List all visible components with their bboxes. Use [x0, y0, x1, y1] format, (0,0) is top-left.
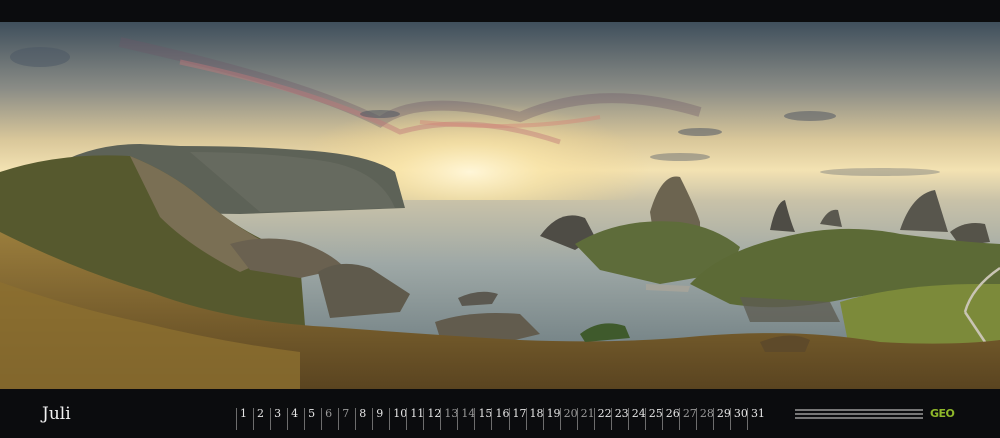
caption-line [795, 413, 923, 415]
day-number: 28 [699, 407, 714, 420]
day-number: 19 [546, 407, 561, 420]
day-number: 24 [631, 407, 646, 420]
landscape-photo [0, 22, 1000, 389]
day-number: 10 [393, 407, 408, 420]
day-number: 8 [359, 407, 367, 420]
day-cell: 15 [474, 407, 493, 430]
day-number: 31 [750, 407, 765, 420]
day-cell: 16 [491, 407, 510, 430]
day-number: 18 [529, 407, 544, 420]
day-cell: 11 [406, 407, 425, 430]
day-cell: 24 [627, 407, 646, 430]
day-number: 11 [410, 407, 425, 420]
day-number: 25 [648, 407, 663, 420]
day-number: 7 [342, 407, 350, 420]
day-number: 22 [597, 407, 612, 420]
day-number: 21 [580, 407, 595, 420]
day-number: 12 [427, 407, 442, 420]
day-number: 27 [682, 407, 697, 420]
day-cell: 18 [525, 407, 544, 430]
day-cell: 5 [304, 408, 321, 430]
day-number: 5 [308, 407, 316, 420]
day-cell: 13 [440, 407, 459, 430]
geo-logo: GEO [930, 407, 955, 420]
day-cell: 2 [253, 408, 270, 430]
month-label: Juli [42, 404, 71, 424]
day-number: 9 [376, 407, 384, 420]
day-cell: 26 [661, 407, 680, 430]
day-number: 23 [614, 407, 629, 420]
day-cell: 10 [389, 407, 408, 430]
day-cell: 25 [644, 407, 663, 430]
day-cell: 4 [287, 408, 304, 430]
caption-line [795, 417, 923, 419]
day-cell: 1 [236, 408, 253, 430]
day-cell: 21 [576, 407, 595, 430]
day-cell: 22 [593, 407, 612, 430]
day-cell: 29 [712, 407, 731, 430]
day-cell: 3 [270, 408, 287, 430]
day-number: 20 [563, 407, 578, 420]
day-cell: 23 [610, 407, 629, 430]
day-number: 2 [257, 407, 265, 420]
top-border [0, 0, 1000, 22]
day-number: 14 [461, 407, 476, 420]
photo-caption-text [795, 409, 923, 421]
day-number: 16 [495, 407, 510, 420]
day-number: 6 [325, 407, 333, 420]
day-cell: 14 [457, 407, 476, 430]
day-cell: 8 [355, 408, 372, 430]
day-cell: 17 [508, 407, 527, 430]
day-cell: 31 [746, 407, 765, 430]
day-number: 26 [665, 407, 680, 420]
day-grid: 1 2 3 4 5 6 7 8 9 10 11 12 13 14 15 16 17 18 19 20 21 22 23 24 2… [236, 407, 765, 430]
day-cell: 6 [321, 408, 338, 430]
day-cell: 7 [338, 408, 355, 430]
day-cell: 12 [423, 407, 442, 430]
day-cell: 20 [559, 407, 578, 430]
day-cell: 27 [678, 407, 697, 430]
day-number: 17 [512, 407, 527, 420]
day-cell: 30 [729, 407, 748, 430]
day-cell: 19 [542, 407, 561, 430]
day-number: 3 [274, 407, 282, 420]
day-cell: 28 [695, 407, 714, 430]
caption-line [795, 409, 923, 411]
day-cell: 9 [372, 408, 389, 430]
day-number: 15 [478, 407, 493, 420]
day-number: 13 [444, 407, 459, 420]
day-number: 1 [240, 407, 247, 420]
day-number: 29 [716, 407, 731, 420]
day-number: 4 [291, 407, 299, 420]
day-number: 30 [733, 407, 748, 420]
